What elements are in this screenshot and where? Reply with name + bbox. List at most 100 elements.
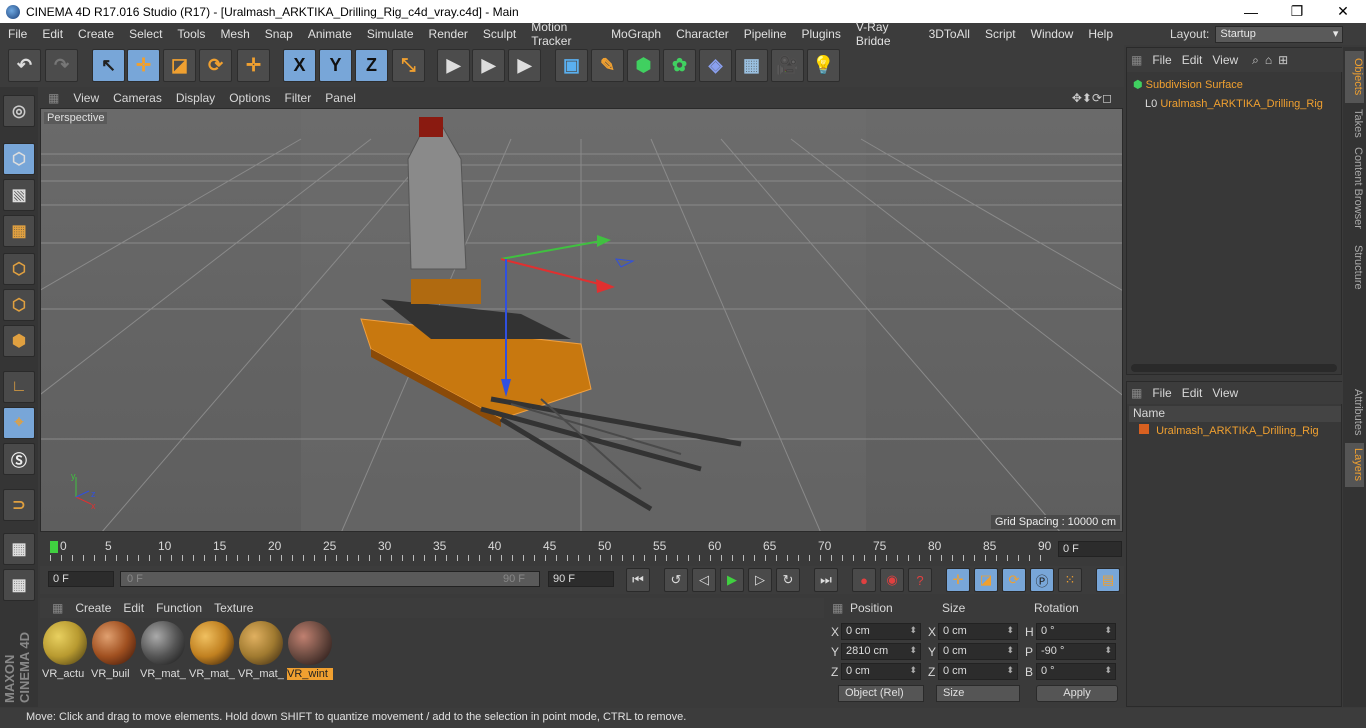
material-menu-create[interactable]: Create [75,601,111,615]
object-new-icon[interactable]: ⊞ [1278,53,1288,67]
move-tool-button[interactable]: ✛ [127,49,160,82]
axis-mode-icon[interactable]: ∟ [3,371,35,403]
menu-simulate[interactable]: Simulate [359,27,421,41]
pen-spline-button[interactable]: ✎ [591,49,624,82]
pos-x-field[interactable]: 0 cm [841,623,921,640]
material-item[interactable]: VR_mat_ [189,620,235,680]
tab-structure[interactable]: Structure [1345,237,1364,297]
object-menu-file[interactable]: File [1152,53,1171,67]
rot-b-field[interactable]: 0 ° [1036,663,1116,680]
object-scrollbar[interactable] [1131,364,1337,372]
viewport-menu-panel[interactable]: Panel [325,91,356,105]
pos-y-field[interactable]: 2810 cm [841,643,921,660]
timeline-ruler[interactable]: 0 5 10 15 20 25 30 35 40 45 50 55 60 65 … [40,533,1124,566]
render-settings-button[interactable]: ▶ [508,49,541,82]
autokey-icon[interactable]: ◉ [880,568,904,592]
menu-motion-tracker[interactable]: Motion Tracker [523,20,603,48]
size-x-field[interactable]: 0 cm [938,623,1018,640]
layer-item[interactable]: Uralmash_ARKTIKA_Drilling_Rig [1139,424,1319,437]
material-menu-texture[interactable]: Texture [214,601,253,615]
make-editable-icon[interactable]: ◎ [3,95,35,127]
grid-snap-icon[interactable]: ▦ [3,569,35,601]
coord-mode-dropdown[interactable]: Object (Rel) [838,685,924,702]
polygons-mode-icon[interactable]: ⬢ [3,325,35,357]
tab-attributes[interactable]: Attributes [1345,383,1364,441]
apply-button[interactable]: Apply [1036,685,1118,702]
z-axis-button[interactable]: Z [355,49,388,82]
close-button[interactable]: ✕ [1320,0,1366,23]
rot-h-field[interactable]: 0 ° [1036,623,1116,640]
material-menu-edit[interactable]: Edit [123,601,144,615]
layer-menu-file[interactable]: File [1152,386,1171,400]
maximize-button[interactable]: ❐ [1274,0,1320,23]
play-icon[interactable]: ▶ [720,568,744,592]
deformer-button[interactable]: ◈ [699,49,732,82]
menu-vray-bridge[interactable]: V-Ray Bridge [848,20,921,48]
edges-mode-icon[interactable]: ⬡ [3,289,35,321]
size-y-field[interactable]: 0 cm [938,643,1018,660]
menu-pipeline[interactable]: Pipeline [736,27,794,41]
end-frame-field[interactable]: 90 F [548,571,614,587]
minimize-button[interactable]: — [1228,0,1274,23]
material-menu-function[interactable]: Function [156,601,202,615]
object-home-icon[interactable]: ⌂ [1265,53,1272,67]
next-frame-icon[interactable]: ▷ [748,568,772,592]
go-to-end-icon[interactable]: ⏭ [814,568,838,592]
menu-help[interactable]: Help [1080,27,1120,41]
y-axis-button[interactable]: Y [319,49,352,82]
workplane-mode-icon[interactable]: ▦ [3,215,35,247]
menu-tools[interactable]: Tools [169,27,212,41]
menu-3dtoall[interactable]: 3DToAll [921,27,977,41]
menu-file[interactable]: File [0,27,34,41]
floor-button[interactable]: ▦ [735,49,768,82]
tweak-mode-icon[interactable]: ⌖ [3,407,35,439]
timeline-window-icon[interactable]: ▤ [1096,568,1120,592]
go-to-start-icon[interactable]: ⏮ [626,568,650,592]
subdivision-surface-button[interactable]: ⬢ [627,49,660,82]
viewport-menu-cameras[interactable]: Cameras [113,91,162,105]
current-frame-field[interactable]: 0 F [1058,541,1122,557]
key-position-icon[interactable]: ✛ [946,568,970,592]
rot-p-field[interactable]: -90 ° [1036,643,1116,660]
menu-render[interactable]: Render [421,27,475,41]
viewport-nav-icons[interactable]: ✥⬍⟳◻ [1072,91,1112,105]
keyframe-selection-icon[interactable]: ? [908,568,932,592]
menu-edit[interactable]: Edit [34,27,70,41]
key-point-level-icon[interactable]: ⁙ [1058,568,1082,592]
key-scale-icon[interactable]: ◪ [974,568,998,592]
tree-item-drilling-rig[interactable]: L0 Uralmash_ARKTIKA_Drilling_Rig [1145,98,1323,110]
menu-select[interactable]: Select [121,27,169,41]
viewport-menu-view[interactable]: View [73,91,99,105]
camera-button[interactable]: 🎥 [771,49,804,82]
material-item[interactable]: VR_mat_ [238,620,284,680]
rotate-tool-button[interactable]: ⟳ [199,49,232,82]
menu-mograph[interactable]: MoGraph [603,27,668,41]
next-keyframe-icon[interactable]: ↻ [776,568,800,592]
record-key-icon[interactable]: ● [852,568,876,592]
object-menu-edit[interactable]: Edit [1182,53,1203,67]
layout-select[interactable]: Startup [1215,25,1344,43]
undo-button[interactable]: ↶ [8,49,41,82]
render-view-button[interactable]: ▶ [437,49,470,82]
solo-mode-icon[interactable]: Ⓢ [3,443,35,475]
cube-primitive-button[interactable]: ▣ [555,49,588,82]
scale-tool-button[interactable]: ◪ [163,49,196,82]
pos-z-field[interactable]: 0 cm [841,663,921,680]
menu-window[interactable]: Window [1023,27,1081,41]
tab-layers[interactable]: Layers [1345,443,1364,487]
viewport-menu-options[interactable]: Options [229,91,270,105]
cloner-button[interactable]: ✿ [663,49,696,82]
menu-create[interactable]: Create [70,27,121,41]
render-picture-viewer-button[interactable]: ▶ [472,49,505,82]
menu-script[interactable]: Script [977,27,1023,41]
x-axis-button[interactable]: X [283,49,316,82]
coordinate-system-button[interactable]: ⤡ [392,49,425,82]
material-item-selected[interactable]: VR_wint [287,620,333,680]
layer-menu-view[interactable]: View [1212,386,1238,400]
tab-content-browser[interactable]: Content Browser [1345,143,1364,233]
menu-plugins[interactable]: Plugins [793,27,847,41]
redo-button[interactable]: ↷ [45,49,78,82]
size-z-field[interactable]: 0 cm [938,663,1018,680]
menu-snap[interactable]: Snap [257,27,300,41]
menu-character[interactable]: Character [668,27,736,41]
